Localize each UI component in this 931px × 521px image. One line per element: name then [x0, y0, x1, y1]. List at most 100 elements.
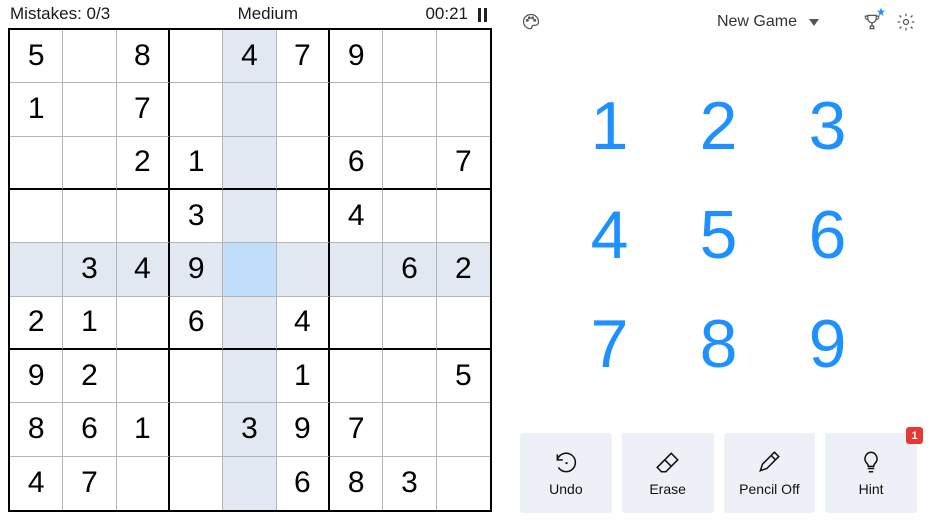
cell-r4-c7[interactable]: 6 — [383, 243, 436, 296]
cell-r2-c0[interactable] — [10, 137, 63, 190]
cell-r1-c2[interactable]: 7 — [117, 83, 170, 136]
numpad-4[interactable]: 4 — [560, 185, 659, 284]
cell-r3-c1[interactable] — [63, 190, 116, 243]
cell-r5-c8[interactable] — [437, 297, 490, 350]
cell-r7-c6[interactable]: 7 — [330, 403, 383, 456]
erase-button[interactable]: Erase — [622, 433, 714, 513]
cell-r6-c7[interactable] — [383, 350, 436, 403]
pencil-button[interactable]: Pencil Off — [724, 433, 816, 513]
cell-r2-c1[interactable] — [63, 137, 116, 190]
cell-r6-c2[interactable] — [117, 350, 170, 403]
cell-r0-c1[interactable] — [63, 30, 116, 83]
cell-r5-c0[interactable]: 2 — [10, 297, 63, 350]
cell-r3-c4[interactable] — [223, 190, 276, 243]
cell-r3-c6[interactable]: 4 — [330, 190, 383, 243]
cell-r1-c4[interactable] — [223, 83, 276, 136]
cell-r8-c4[interactable] — [223, 457, 276, 510]
new-game-button[interactable]: New Game — [717, 13, 819, 31]
cell-r2-c3[interactable]: 1 — [170, 137, 223, 190]
cell-r2-c4[interactable] — [223, 137, 276, 190]
cell-r1-c0[interactable]: 1 — [10, 83, 63, 136]
cell-r3-c2[interactable] — [117, 190, 170, 243]
cell-r7-c3[interactable] — [170, 403, 223, 456]
cell-r4-c5[interactable] — [277, 243, 330, 296]
cell-r2-c2[interactable]: 2 — [117, 137, 170, 190]
cell-r2-c7[interactable] — [383, 137, 436, 190]
cell-r0-c2[interactable]: 8 — [117, 30, 170, 83]
cell-r2-c8[interactable]: 7 — [437, 137, 490, 190]
cell-r0-c7[interactable] — [383, 30, 436, 83]
gear-icon[interactable] — [895, 11, 917, 33]
cell-r2-c5[interactable] — [277, 137, 330, 190]
cell-r8-c7[interactable]: 3 — [383, 457, 436, 510]
cell-r3-c3[interactable]: 3 — [170, 190, 223, 243]
cell-r4-c0[interactable] — [10, 243, 63, 296]
cell-r5-c5[interactable]: 4 — [277, 297, 330, 350]
cell-r6-c1[interactable]: 2 — [63, 350, 116, 403]
numpad-6[interactable]: 6 — [778, 185, 877, 284]
cell-r0-c3[interactable] — [170, 30, 223, 83]
cell-r8-c8[interactable] — [437, 457, 490, 510]
cell-r3-c7[interactable] — [383, 190, 436, 243]
cell-r7-c5[interactable]: 9 — [277, 403, 330, 456]
cell-r8-c0[interactable]: 4 — [10, 457, 63, 510]
cell-r3-c5[interactable] — [277, 190, 330, 243]
numpad-1[interactable]: 1 — [560, 76, 659, 175]
cell-r7-c0[interactable]: 8 — [10, 403, 63, 456]
cell-r8-c5[interactable]: 6 — [277, 457, 330, 510]
cell-r4-c4[interactable] — [223, 243, 276, 296]
cell-r0-c6[interactable]: 9 — [330, 30, 383, 83]
cell-r1-c3[interactable] — [170, 83, 223, 136]
cell-r7-c4[interactable]: 3 — [223, 403, 276, 456]
cell-r4-c8[interactable]: 2 — [437, 243, 490, 296]
cell-r5-c6[interactable] — [330, 297, 383, 350]
cell-r5-c7[interactable] — [383, 297, 436, 350]
cell-r1-c7[interactable] — [383, 83, 436, 136]
cell-r8-c6[interactable]: 8 — [330, 457, 383, 510]
cell-r1-c5[interactable] — [277, 83, 330, 136]
cell-r7-c7[interactable] — [383, 403, 436, 456]
cell-r6-c3[interactable] — [170, 350, 223, 403]
numpad-8[interactable]: 8 — [669, 294, 768, 393]
numpad-5[interactable]: 5 — [669, 185, 768, 284]
numpad-7[interactable]: 7 — [560, 294, 659, 393]
cell-r5-c2[interactable] — [117, 297, 170, 350]
cell-r6-c0[interactable]: 9 — [10, 350, 63, 403]
cell-r6-c5[interactable]: 1 — [277, 350, 330, 403]
cell-r6-c4[interactable] — [223, 350, 276, 403]
cell-r4-c2[interactable]: 4 — [117, 243, 170, 296]
palette-icon[interactable] — [520, 11, 542, 33]
cell-r5-c1[interactable]: 1 — [63, 297, 116, 350]
cell-r8-c1[interactable]: 7 — [63, 457, 116, 510]
trophy-icon[interactable] — [861, 11, 883, 33]
cell-r0-c8[interactable] — [437, 30, 490, 83]
hint-button[interactable]: Hint 1 — [825, 433, 917, 513]
numpad-3[interactable]: 3 — [778, 76, 877, 175]
cell-r0-c0[interactable]: 5 — [10, 30, 63, 83]
cell-r6-c6[interactable] — [330, 350, 383, 403]
cell-r4-c6[interactable] — [330, 243, 383, 296]
cell-r2-c6[interactable]: 6 — [330, 137, 383, 190]
cell-r1-c6[interactable] — [330, 83, 383, 136]
cell-r0-c5[interactable]: 7 — [277, 30, 330, 83]
numpad-2[interactable]: 2 — [669, 76, 768, 175]
undo-button[interactable]: Undo — [520, 433, 612, 513]
cell-r5-c3[interactable]: 6 — [170, 297, 223, 350]
sudoku-grid[interactable]: 5847917216734349622164921586139747683 — [8, 28, 492, 512]
cell-r8-c3[interactable] — [170, 457, 223, 510]
cell-r7-c2[interactable]: 1 — [117, 403, 170, 456]
cell-r3-c0[interactable] — [10, 190, 63, 243]
numpad-9[interactable]: 9 — [778, 294, 877, 393]
cell-r3-c8[interactable] — [437, 190, 490, 243]
cell-r4-c3[interactable]: 9 — [170, 243, 223, 296]
cell-r7-c1[interactable]: 6 — [63, 403, 116, 456]
cell-r8-c2[interactable] — [117, 457, 170, 510]
cell-r1-c1[interactable] — [63, 83, 116, 136]
pause-icon[interactable] — [478, 7, 490, 21]
cell-r1-c8[interactable] — [437, 83, 490, 136]
cell-r6-c8[interactable]: 5 — [437, 350, 490, 403]
cell-r7-c8[interactable] — [437, 403, 490, 456]
cell-r5-c4[interactable] — [223, 297, 276, 350]
cell-r0-c4[interactable]: 4 — [223, 30, 276, 83]
cell-r4-c1[interactable]: 3 — [63, 243, 116, 296]
